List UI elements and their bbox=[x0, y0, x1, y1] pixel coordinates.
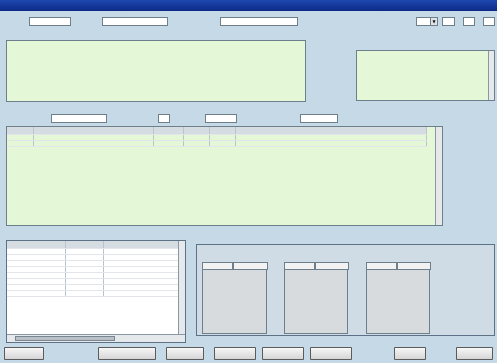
laws-table-header bbox=[7, 241, 179, 249]
table-cell bbox=[153, 140, 184, 147]
button-4[interactable] bbox=[214, 347, 256, 360]
land-col-1[interactable] bbox=[7, 127, 34, 135]
table-cell bbox=[183, 140, 210, 147]
laws-col-1[interactable] bbox=[7, 241, 66, 249]
button-5[interactable] bbox=[262, 347, 304, 360]
actual-area-field[interactable] bbox=[205, 114, 237, 123]
month-field[interactable] bbox=[463, 17, 475, 26]
public-area-field[interactable] bbox=[51, 114, 107, 123]
field-3-input[interactable] bbox=[220, 17, 298, 26]
table-cell bbox=[7, 290, 66, 297]
field-1-input[interactable] bbox=[29, 17, 71, 26]
sub-table-2 bbox=[284, 262, 349, 334]
land-col-4[interactable] bbox=[183, 127, 210, 135]
day-field[interactable] bbox=[483, 17, 495, 26]
sub-table-2-col-1[interactable] bbox=[284, 262, 315, 270]
scroll-thumb[interactable] bbox=[15, 336, 115, 341]
field-2-input[interactable] bbox=[102, 17, 168, 26]
button-7[interactable] bbox=[394, 347, 426, 360]
laws-col-2[interactable] bbox=[65, 241, 104, 249]
table-cell bbox=[7, 140, 34, 147]
laws-vertical-scrollbar[interactable] bbox=[178, 241, 185, 334]
table-cell bbox=[209, 140, 236, 147]
button-6[interactable] bbox=[310, 347, 352, 360]
window-titlebar bbox=[0, 0, 497, 11]
sub-table-2-col-2[interactable] bbox=[315, 262, 349, 270]
land-col-5[interactable] bbox=[209, 127, 236, 135]
sub-table-1-col-2[interactable] bbox=[233, 262, 268, 270]
button-2[interactable] bbox=[98, 347, 156, 360]
land-col-6[interactable] bbox=[235, 127, 427, 135]
table-row[interactable] bbox=[7, 290, 179, 297]
land-table-header bbox=[7, 127, 427, 135]
table-cell bbox=[235, 140, 427, 147]
planned-area-field[interactable] bbox=[300, 114, 338, 123]
table-row[interactable] bbox=[7, 140, 427, 147]
chevron-down-icon[interactable]: ▼ bbox=[430, 18, 437, 25]
table-cell bbox=[65, 290, 104, 297]
history-textarea[interactable] bbox=[6, 40, 306, 102]
sub-table-3 bbox=[366, 262, 431, 334]
sub-table-1-col-1[interactable] bbox=[202, 262, 233, 270]
land-col-3[interactable] bbox=[153, 127, 184, 135]
laws-col-3[interactable] bbox=[103, 241, 179, 249]
sub-table-3-col-1[interactable] bbox=[366, 262, 397, 270]
land-table bbox=[6, 126, 443, 226]
land-table-scrollbar[interactable] bbox=[435, 127, 442, 225]
table-cell bbox=[33, 140, 154, 147]
sub-table-1 bbox=[202, 262, 268, 334]
table-cell bbox=[103, 290, 179, 297]
land-col-2[interactable] bbox=[33, 127, 154, 135]
environment-textarea[interactable] bbox=[356, 50, 495, 101]
sub-table-3-col-2[interactable] bbox=[397, 262, 431, 270]
total-area-field[interactable] bbox=[158, 114, 170, 123]
year-field[interactable] bbox=[442, 17, 455, 26]
button-1[interactable] bbox=[4, 347, 44, 360]
laws-frame bbox=[6, 240, 186, 343]
environment-scrollbar[interactable] bbox=[488, 51, 494, 100]
button-3[interactable] bbox=[166, 347, 204, 360]
laws-horizontal-scrollbar[interactable] bbox=[7, 334, 185, 342]
era-select[interactable]: ▼ bbox=[416, 17, 438, 26]
button-8[interactable] bbox=[456, 347, 493, 360]
